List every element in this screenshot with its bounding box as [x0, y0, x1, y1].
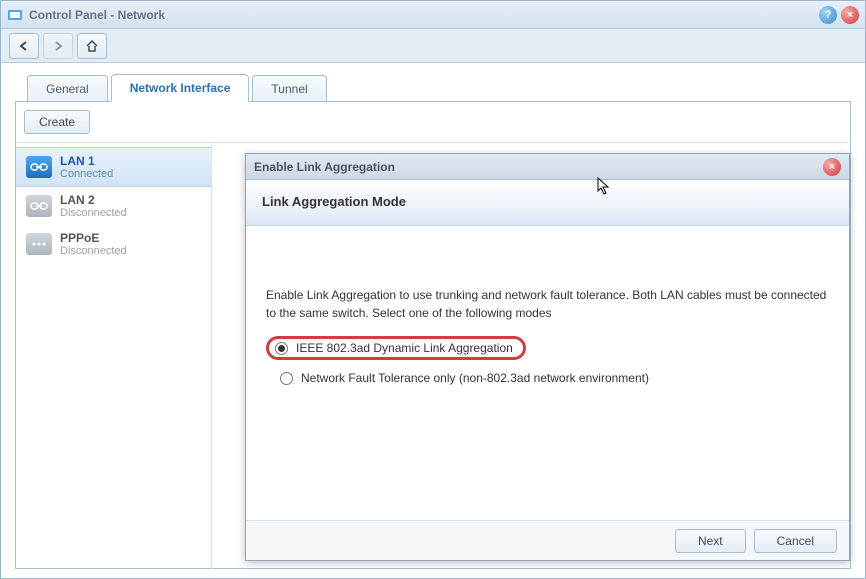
interface-status: Connected: [60, 168, 113, 180]
tab-tunnel[interactable]: Tunnel: [252, 75, 326, 102]
radio-label: IEEE 802.3ad Dynamic Link Aggregation: [296, 339, 513, 357]
radio-icon: [280, 372, 293, 385]
dialog-title: Enable Link Aggregation: [254, 160, 823, 174]
radio-ieee-8023ad[interactable]: IEEE 802.3ad Dynamic Link Aggregation: [266, 336, 526, 360]
radio-icon: [275, 342, 288, 355]
interface-item-pppoe[interactable]: PPPoE Disconnected: [16, 225, 211, 263]
interface-name: LAN 2: [60, 193, 127, 207]
dialog-close-icon[interactable]: ×: [823, 158, 841, 176]
nav-toolbar: [1, 29, 865, 63]
create-button[interactable]: Create: [24, 110, 90, 134]
interface-status: Disconnected: [60, 245, 127, 257]
next-button[interactable]: Next: [675, 529, 746, 553]
interface-name: LAN 1: [60, 154, 113, 168]
forward-button[interactable]: [43, 33, 73, 59]
tab-bar: General Network Interface Tunnel: [27, 73, 851, 101]
link-icon: [26, 195, 52, 217]
dialog-description: Enable Link Aggregation to use trunking …: [266, 286, 829, 322]
interface-status: Disconnected: [60, 207, 127, 219]
pppoe-icon: [26, 233, 52, 255]
back-button[interactable]: [9, 33, 39, 59]
cancel-button[interactable]: Cancel: [754, 529, 837, 553]
radio-label: Network Fault Tolerance only (non-802.3a…: [301, 369, 649, 387]
interface-item-lan1[interactable]: LAN 1 Connected: [16, 147, 211, 187]
link-aggregation-dialog: Enable Link Aggregation × Link Aggregati…: [245, 153, 850, 561]
radio-fault-tolerance[interactable]: Network Fault Tolerance only (non-802.3a…: [272, 366, 829, 390]
close-icon[interactable]: ×: [841, 6, 859, 24]
home-button[interactable]: [77, 33, 107, 59]
dialog-body: Enable Link Aggregation to use trunking …: [246, 226, 849, 520]
window-title: Control Panel - Network: [29, 8, 819, 22]
dialog-footer: Next Cancel: [246, 520, 849, 560]
panel-toolbar: Create: [16, 102, 850, 143]
dialog-heading: Link Aggregation Mode: [262, 194, 833, 209]
interface-name: PPPoE: [60, 231, 127, 245]
interface-list: LAN 1 Connected LAN 2 Disconnected: [16, 143, 212, 569]
interface-item-lan2[interactable]: LAN 2 Disconnected: [16, 187, 211, 225]
tab-network-interface[interactable]: Network Interface: [111, 74, 250, 102]
dialog-titlebar: Enable Link Aggregation ×: [246, 154, 849, 180]
titlebar: Control Panel - Network ? ×: [1, 1, 865, 29]
tab-general[interactable]: General: [27, 75, 108, 102]
window: Control Panel - Network ? × General Netw…: [0, 0, 866, 579]
dialog-banner: Link Aggregation Mode: [246, 180, 849, 226]
mode-radio-group: IEEE 802.3ad Dynamic Link Aggregation Ne…: [266, 334, 829, 390]
link-icon: [26, 156, 52, 178]
help-icon[interactable]: ?: [819, 6, 837, 24]
app-icon: [7, 7, 23, 23]
